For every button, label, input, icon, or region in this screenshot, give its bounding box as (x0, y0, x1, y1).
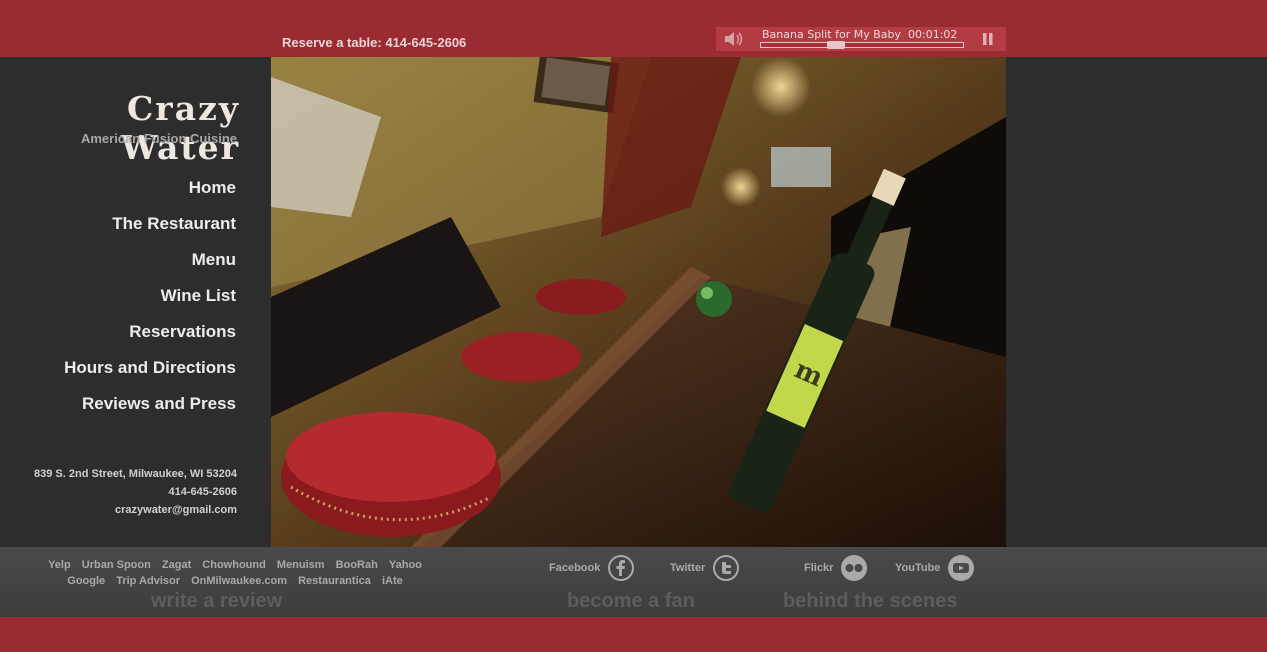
nav-reviews-and-press[interactable]: Reviews and Press (64, 392, 236, 428)
progress-bar[interactable] (760, 41, 964, 49)
link-urban-spoon[interactable]: Urban Spoon (82, 559, 151, 571)
behind-the-scenes-heading: behind the scenes (783, 590, 958, 612)
song-title: Banana Split for My Baby (762, 28, 901, 41)
facebook-icon (608, 555, 635, 581)
link-google[interactable]: Google (67, 575, 105, 587)
link-zagat[interactable]: Zagat (162, 559, 191, 571)
become-a-fan-heading: become a fan (567, 590, 695, 612)
nav-wine-list[interactable]: Wine List (64, 284, 236, 320)
hero-photo: m (271, 57, 1006, 547)
nav-the-restaurant[interactable]: The Restaurant (64, 212, 236, 248)
link-yelp[interactable]: Yelp (48, 559, 71, 571)
music-player: Banana Split for My Baby 00:01:02 (716, 27, 1006, 51)
flickr-link[interactable]: Flickr (804, 555, 868, 581)
nav-home[interactable]: Home (64, 176, 236, 212)
twitter-icon (713, 555, 740, 581)
reserve-table-text: Reserve a table: 414-645-2606 (282, 35, 467, 50)
song-time: 00:01:02 (908, 28, 958, 41)
footer: Yelp Urban Spoon Zagat Chowhound Menuism… (0, 547, 1267, 617)
write-review-heading: write a review (151, 590, 283, 612)
track-info: Banana Split for My Baby 00:01:02 (760, 28, 964, 50)
link-onmilwaukee[interactable]: OnMilwaukee.com (191, 575, 287, 587)
youtube-label: YouTube (895, 562, 941, 574)
facebook-label: Facebook (549, 562, 601, 574)
flickr-label: Flickr (804, 562, 834, 574)
right-panel (1006, 57, 1267, 547)
flickr-icon (841, 555, 868, 581)
twitter-label: Twitter (670, 562, 706, 574)
tagline: American Fusion Cuisine (80, 131, 237, 146)
player-arrow (964, 27, 972, 51)
address: 839 S. 2nd Street, Milwaukee, WI 53204 (34, 468, 237, 480)
link-trip-advisor[interactable]: Trip Advisor (116, 575, 180, 587)
progress-knob[interactable] (827, 41, 845, 49)
link-iate[interactable]: iAte (382, 575, 403, 587)
link-restaurantica[interactable]: Restaurantica (298, 575, 371, 587)
phone: 414-645-2606 (168, 486, 237, 498)
top-bar: Reserve a table: 414-645-2606 Banana Spl… (0, 0, 1267, 57)
youtube-link[interactable]: YouTube (895, 555, 975, 581)
pause-icon[interactable] (982, 32, 994, 51)
contact-info: 839 S. 2nd Street, Milwaukee, WI 53204 4… (34, 465, 237, 519)
twitter-link[interactable]: Twitter (670, 555, 740, 581)
link-chowhound[interactable]: Chowhound (202, 559, 266, 571)
link-menuism[interactable]: Menuism (277, 559, 325, 571)
review-links-row-1: Yelp Urban Spoon Zagat Chowhound Menuism… (30, 557, 440, 573)
review-links-row-2: Google Trip Advisor OnMilwaukee.com Rest… (30, 573, 440, 589)
speaker-icon[interactable] (724, 31, 744, 52)
nav-reservations[interactable]: Reservations (64, 320, 236, 356)
sidebar: Crazy Water American Fusion Cuisine Home… (0, 57, 271, 547)
youtube-icon (948, 555, 975, 581)
link-boorah[interactable]: BooRah (336, 559, 378, 571)
site-logo[interactable]: Crazy Water (0, 89, 240, 167)
email-link[interactable]: crazywater@gmail.com (34, 501, 237, 519)
main-nav: Home The Restaurant Menu Wine List Reser… (64, 176, 236, 428)
link-yahoo[interactable]: Yahoo (389, 559, 422, 571)
review-links: Yelp Urban Spoon Zagat Chowhound Menuism… (30, 557, 440, 589)
nav-hours-and-directions[interactable]: Hours and Directions (64, 356, 236, 392)
facebook-link[interactable]: Facebook (549, 555, 635, 581)
bottom-bar (0, 617, 1267, 652)
nav-menu[interactable]: Menu (64, 248, 236, 284)
